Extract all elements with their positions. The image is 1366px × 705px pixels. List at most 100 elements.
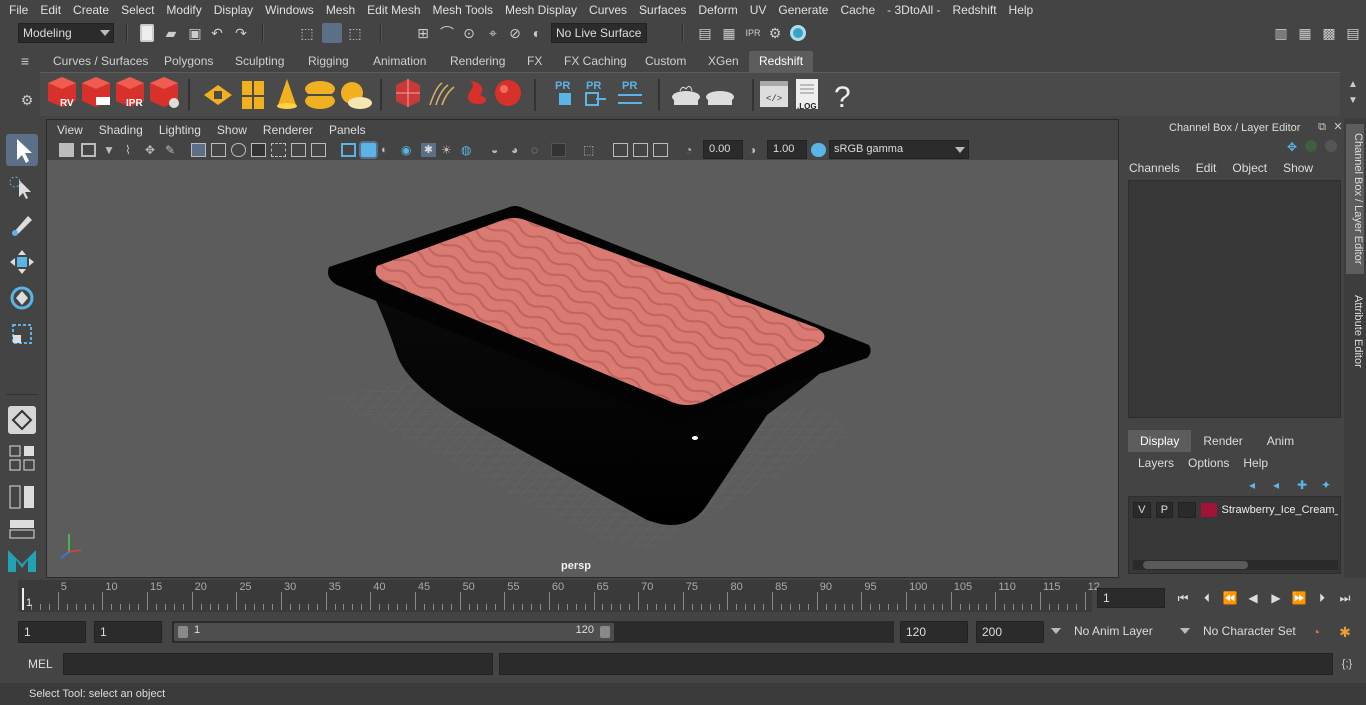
snap-view-icon[interactable]: ⌖ <box>484 24 502 42</box>
gate-mask-icon[interactable] <box>251 143 266 157</box>
layer-color-swatch[interactable] <box>1200 503 1217 517</box>
select-hierarchy-icon[interactable]: ⬚ <box>298 24 316 42</box>
script-editor-icon[interactable]: {;} <box>1338 655 1356 673</box>
menu-curves[interactable]: Curves <box>583 0 633 20</box>
menu-options[interactable]: Options <box>1188 456 1229 470</box>
new-layer-selected-icon[interactable]: ✦ <box>1317 476 1335 494</box>
select-object-icon[interactable] <box>322 23 342 43</box>
viewport-menu-panels[interactable]: Panels <box>321 123 374 137</box>
xray-icon[interactable]: ⬚ <box>583 143 598 157</box>
bookmark-icon[interactable]: ▼ <box>103 143 118 157</box>
live-surface-field[interactable]: No Live Surface <box>551 23 647 43</box>
image-plane-icon[interactable]: ⌇ <box>125 143 140 157</box>
tab-anim-layers[interactable]: Anim <box>1255 430 1306 452</box>
render-view-icon[interactable]: ▤ <box>696 24 714 42</box>
rs-area-light-icon[interactable] <box>204 85 232 105</box>
color-management-icon[interactable] <box>811 143 826 157</box>
shadows-icon[interactable]: ☀ <box>441 143 456 157</box>
safe-action-icon[interactable] <box>291 143 306 157</box>
redo-icon[interactable]: ↷ <box>232 24 250 42</box>
single-perspective-layout-icon[interactable] <box>8 406 36 434</box>
tab-channel-box-layer-editor[interactable]: Channel Box / Layer Editor <box>1346 124 1364 274</box>
colorspace-dropdown[interactable]: sRGB gamma <box>829 140 969 159</box>
current-frame-field[interactable]: 1 <box>1097 588 1165 608</box>
playback-end-field[interactable]: 120 <box>900 621 968 643</box>
menu-windows[interactable]: Windows <box>259 0 320 20</box>
channel-box-area[interactable] <box>1128 180 1341 418</box>
channel-box-toggle-icon[interactable]: ▤ <box>1344 24 1362 42</box>
tab-polygons[interactable]: Polygons <box>154 51 223 72</box>
tab-attribute-editor[interactable]: Attribute Editor <box>1346 286 1364 376</box>
select-tool-icon[interactable] <box>6 134 38 166</box>
shelf-settings-icon[interactable]: ⚙ <box>18 91 36 109</box>
move-tool-icon[interactable] <box>6 246 38 278</box>
menu-edit[interactable]: Edit <box>1196 161 1217 175</box>
step-back-frame-icon[interactable]: ⏴ <box>1198 590 1216 606</box>
safe-title-icon[interactable] <box>311 143 326 157</box>
smooth-shade-icon[interactable] <box>361 143 376 157</box>
menu-select[interactable]: Select <box>115 0 160 20</box>
tab-fx-caching[interactable]: FX Caching <box>554 51 637 72</box>
tab-render-layers[interactable]: Render <box>1191 430 1254 452</box>
menu-mesh-tools[interactable]: Mesh Tools <box>427 0 499 20</box>
step-forward-key-icon[interactable]: ⏩ <box>1290 590 1308 606</box>
character-set-dropdown[interactable]: No Character Set <box>1177 622 1301 642</box>
rs-portal-light-icon[interactable] <box>242 81 264 109</box>
scale-tool-icon[interactable] <box>6 318 38 350</box>
exposure-field[interactable]: 0.00 <box>703 140 743 159</box>
lasso-tool-icon[interactable] <box>6 172 38 204</box>
time-slider[interactable]: 5 10 15 20 25 30 35 40 45 50 55 60 65 70 75 80 85 90 95 100… <box>0 580 1366 616</box>
rs-render-sequence-icon[interactable] <box>82 77 110 107</box>
command-input[interactable] <box>63 653 493 675</box>
playback-start-field[interactable]: 1 <box>94 621 162 643</box>
undo-icon[interactable]: ↶ <box>208 24 226 42</box>
wireframe-on-shaded-icon[interactable]: ◐ <box>381 143 396 157</box>
xray-joints-icon[interactable] <box>613 143 628 157</box>
snap-surface-icon[interactable]: ⊘ <box>506 24 524 42</box>
ipr-render-icon[interactable]: IPR <box>744 24 762 42</box>
rs-ipr-icon[interactable]: IPR <box>116 77 144 109</box>
camera-attributes-icon[interactable] <box>81 143 96 157</box>
layer-name[interactable]: Strawberry_Ice_Cream_ <box>1222 504 1338 516</box>
step-back-key-icon[interactable]: ⏪ <box>1221 590 1239 606</box>
rs-pr-icon-3[interactable]: PR <box>618 80 642 104</box>
tab-rigging[interactable]: Rigging <box>298 51 359 72</box>
frame-all-icon[interactable] <box>653 143 668 157</box>
range-slider-bar[interactable]: 1 120 <box>174 623 614 641</box>
menu-show[interactable]: Show <box>1283 161 1313 175</box>
workspace-layout-icon[interactable]: ▥ <box>1272 24 1290 42</box>
viewport-menu-renderer[interactable]: Renderer <box>255 123 321 137</box>
layer-row[interactable]: V P Strawberry_Ice_Cream_ <box>1133 501 1338 519</box>
menu-channels[interactable]: Channels <box>1129 161 1180 175</box>
menu-uv[interactable]: UV <box>744 0 773 20</box>
snap-live-icon[interactable]: ◐ <box>528 24 546 42</box>
rs-pr-icon-2[interactable]: PR <box>585 80 606 106</box>
menu-display[interactable]: Display <box>208 0 259 20</box>
snap-grid-icon[interactable]: ⊞ <box>414 24 432 42</box>
command-language-label[interactable]: MEL <box>28 657 53 671</box>
menu-mesh[interactable]: Mesh <box>320 0 361 20</box>
exposure-icon[interactable]: ◔ <box>685 143 700 157</box>
end-time-field[interactable]: 200 <box>976 621 1044 643</box>
rs-sun-sky-icon[interactable] <box>341 82 372 109</box>
tab-rendering[interactable]: Rendering <box>440 51 515 72</box>
scrollbar-thumb[interactable] <box>1143 561 1248 569</box>
rs-hair-icon[interactable] <box>429 82 455 106</box>
go-to-start-icon[interactable]: ⏮ <box>1174 590 1192 606</box>
menu-create[interactable]: Create <box>67 0 115 20</box>
rs-physical-light-icon[interactable] <box>277 79 297 109</box>
tab-display-layers[interactable]: Display <box>1128 430 1192 452</box>
depth-of-field-icon[interactable]: ◌ <box>531 143 546 157</box>
four-view-layout-icon[interactable] <box>6 444 38 476</box>
xray-components-icon[interactable] <box>633 143 648 157</box>
rs-bake-icon-1[interactable] <box>672 85 700 105</box>
menu-layers[interactable]: Layers <box>1138 456 1174 470</box>
layer-type-toggle[interactable] <box>1178 502 1196 518</box>
gamma-icon[interactable]: ◑ <box>749 143 764 157</box>
viewport-menu-lighting[interactable]: Lighting <box>151 123 209 137</box>
workspace-dropdown[interactable]: Modeling <box>18 23 114 43</box>
layer-visibility-toggle[interactable]: V <box>1133 502 1151 518</box>
character-controls-icon[interactable]: ▩ <box>1320 24 1338 42</box>
anim-layer-dropdown[interactable]: No Anim Layer <box>1048 622 1168 642</box>
channel-box-tool-icon[interactable]: ✥ <box>1283 138 1301 156</box>
